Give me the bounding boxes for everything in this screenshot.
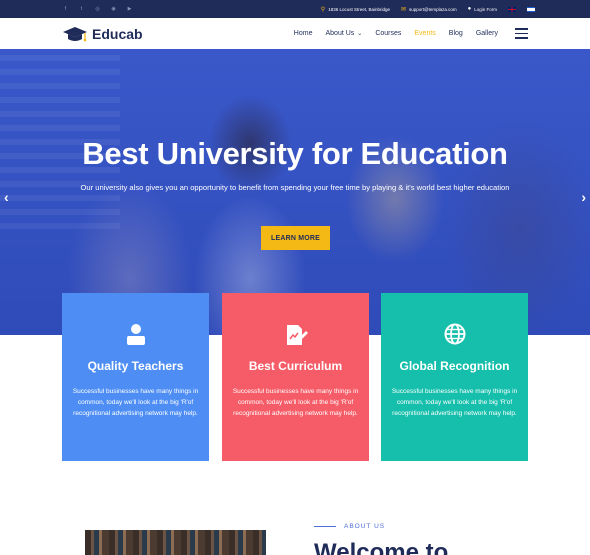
- about-title: Welcome to: [314, 539, 449, 555]
- main-navbar: Educab Home About Us ⌄ Courses Events Bl…: [0, 18, 590, 49]
- top-info: ⚲ 1836 Locust Street, Bainbridge ✉ suppo…: [321, 6, 535, 13]
- user-icon: ●: [467, 6, 472, 12]
- hamburger-menu-icon[interactable]: [515, 28, 528, 39]
- user-icon: [62, 323, 209, 347]
- map-pin-icon: ⚲: [320, 6, 326, 13]
- feature-text: Successful businesses have many things i…: [232, 388, 359, 417]
- twitter-icon[interactable]: t: [78, 6, 85, 13]
- nav-item-blog[interactable]: Blog: [449, 30, 463, 37]
- nav-item-events[interactable]: Events: [414, 30, 435, 37]
- social-links: f t ◎ ◉ ▶: [62, 6, 133, 13]
- chevron-down-icon: ⌄: [357, 31, 363, 37]
- hero-title: Best University for Education: [82, 136, 508, 171]
- kicker-line: [314, 526, 336, 527]
- feature-title: Best Curriculum: [248, 359, 343, 373]
- learn-more-button[interactable]: LEARN MORE: [261, 226, 330, 250]
- feature-card-best-curriculum: Best Curriculum Successful businesses ha…: [222, 293, 369, 461]
- facebook-icon[interactable]: f: [62, 6, 69, 13]
- nav-item-about-us[interactable]: About Us ⌄: [325, 30, 362, 37]
- login-link[interactable]: ● Login Form: [468, 6, 497, 12]
- feature-card-global-recognition: Global Recognition Successful businesses…: [381, 293, 528, 461]
- hebrew-flag-icon[interactable]: [527, 6, 535, 12]
- about-kicker-text: ABOUT US: [344, 523, 386, 530]
- english-flag-icon[interactable]: [508, 6, 516, 12]
- feature-title: Quality Teachers: [87, 359, 184, 373]
- brand-name: Educab: [92, 25, 143, 42]
- top-bar: f t ◎ ◉ ▶ ⚲ 1836 Locust Street, Bainbrid…: [0, 0, 590, 18]
- feature-text: Successful businesses have many things i…: [72, 388, 199, 417]
- nav-item-label: About Us: [325, 30, 355, 37]
- feature-card-quality-teachers: Quality Teachers Successful businesses h…: [62, 293, 209, 461]
- youtube-icon[interactable]: ▶: [126, 6, 133, 13]
- github-icon[interactable]: ◎: [94, 6, 101, 13]
- feature-title: Global Recognition: [399, 359, 510, 373]
- nav-item-home[interactable]: Home: [294, 30, 313, 37]
- graduation-cap-icon: [63, 26, 87, 41]
- dribbble-icon[interactable]: ◉: [110, 6, 117, 13]
- address: ⚲ 1836 Locust Street, Bainbridge: [321, 6, 390, 13]
- hero-subtitle: Our university also gives you an opportu…: [80, 183, 510, 192]
- feature-text: Successful businesses have many things i…: [391, 388, 518, 417]
- about-image: [85, 530, 266, 555]
- email[interactable]: ✉ support@templaza.com: [401, 6, 457, 13]
- mail-icon: ✉: [400, 6, 407, 13]
- nav-menu: Home About Us ⌄ Courses Events Blog Gall…: [294, 28, 528, 39]
- nav-item-gallery[interactable]: Gallery: [476, 30, 498, 37]
- login-text[interactable]: Login Form: [474, 7, 497, 12]
- logo[interactable]: Educab: [62, 25, 143, 43]
- nav-item-courses[interactable]: Courses: [375, 30, 401, 37]
- address-text: 1836 Locust Street, Bainbridge: [328, 6, 390, 12]
- document-edit-icon: [222, 323, 369, 347]
- email-text[interactable]: support@templaza.com: [409, 7, 457, 12]
- globe-icon: [381, 323, 528, 347]
- about-kicker: ABOUT US: [314, 523, 385, 530]
